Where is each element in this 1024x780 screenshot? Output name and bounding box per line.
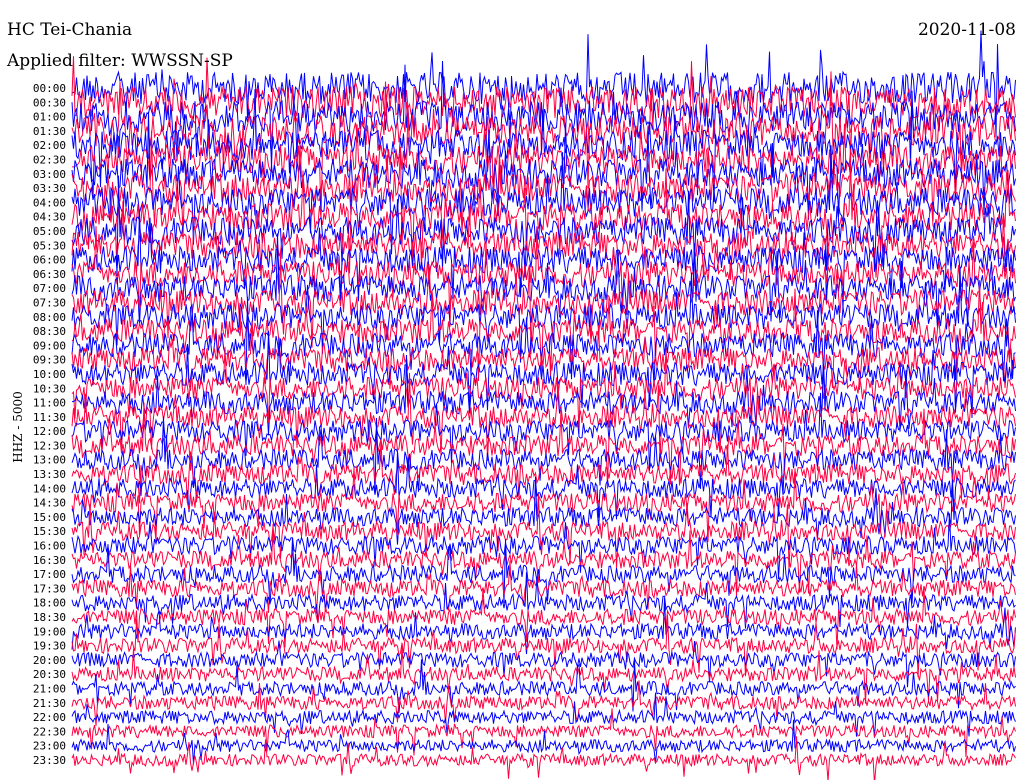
row-time-label: 06:30: [33, 268, 66, 281]
row-time-label: 04:30: [33, 211, 66, 224]
row-time-label: 20:30: [33, 668, 66, 681]
row-time-label: 12:00: [33, 425, 66, 438]
trace-row-1230: [71, 402, 1016, 489]
row-time-label: 01:30: [33, 125, 66, 138]
row-time-label: 13:00: [33, 454, 66, 467]
row-time-label: 09:00: [33, 339, 66, 352]
row-time-label: 11:30: [33, 411, 66, 424]
row-time-label: 20:00: [33, 654, 66, 667]
row-time-label: 00:30: [33, 96, 66, 109]
row-time-label: 00:00: [33, 82, 66, 95]
row-time-label: 14:00: [33, 482, 66, 495]
row-time-label: 03:30: [33, 182, 66, 195]
row-time-label: 09:30: [33, 354, 66, 367]
row-time-label: 22:00: [33, 711, 66, 724]
row-time-label: 23:00: [33, 740, 66, 753]
row-time-label: 02:30: [33, 153, 66, 166]
helicorder-plot: 00:0000:30 01:0001:3002:0002:30 03:0003:30…: [33, 30, 1016, 780]
row-time-label: 17:00: [33, 568, 66, 581]
row-time-label: 16:00: [33, 540, 66, 553]
row-time-label: 02:00: [33, 139, 66, 152]
row-time-label: 08:30: [33, 325, 66, 338]
row-time-label: 01:00: [33, 111, 66, 124]
row-time-label: 16:30: [33, 554, 66, 567]
filter-label: Applied filter: WWSSN-SP: [7, 51, 233, 71]
row-time-label: 14:30: [33, 497, 66, 510]
row-time-label: 21:00: [33, 683, 66, 696]
row-time-label: 15:30: [33, 525, 66, 538]
row-time-label: 18:30: [33, 611, 66, 624]
row-time-label: 13:30: [33, 468, 66, 481]
row-time-label: 17:30: [33, 582, 66, 595]
row-time-label: 19:30: [33, 640, 66, 653]
row-time-label: 10:30: [33, 382, 66, 395]
row-time-label: 05:00: [33, 225, 66, 238]
row-time-label: 15:00: [33, 511, 66, 524]
row-time-label: 21:30: [33, 697, 66, 710]
row-time-label: 23:30: [33, 754, 66, 767]
row-time-label: 19:00: [33, 625, 66, 638]
row-time-label: 22:30: [33, 725, 66, 738]
row-time-label: 03:00: [33, 168, 66, 181]
row-time-label: 11:00: [33, 397, 66, 410]
row-time-label: 04:00: [33, 196, 66, 209]
row-time-label: 18:00: [33, 597, 66, 610]
row-time-label: 06:00: [33, 254, 66, 267]
row-time-label: 07:30: [33, 296, 66, 309]
row-time-label: 08:00: [33, 311, 66, 324]
row-time-label: 07:00: [33, 282, 66, 295]
row-time-label: 05:30: [33, 239, 66, 252]
row-time-label: 12:30: [33, 439, 66, 452]
row-time-label: 10:00: [33, 368, 66, 381]
